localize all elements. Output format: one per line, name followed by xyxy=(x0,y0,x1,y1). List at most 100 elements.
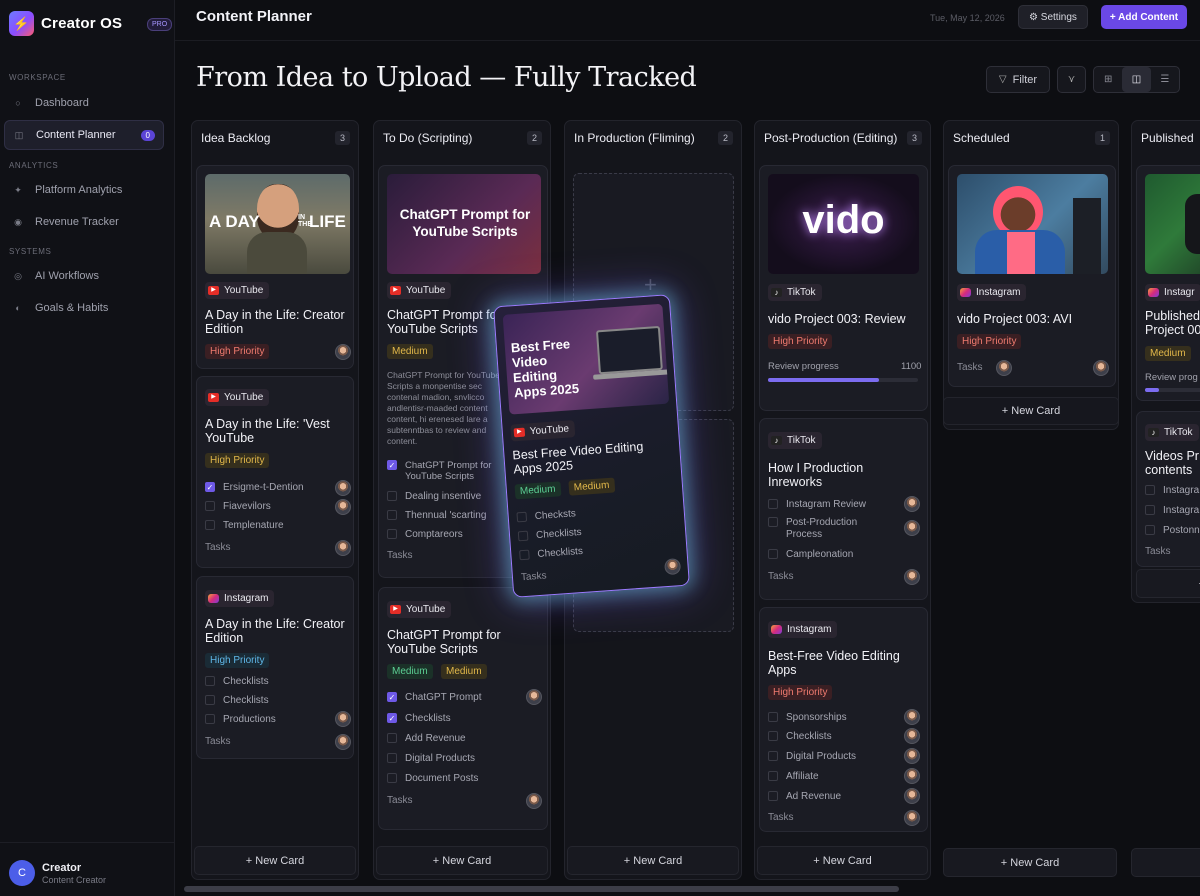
checkbox[interactable] xyxy=(768,499,778,509)
grid-view-icon[interactable]: ⊞ xyxy=(1094,67,1122,92)
checkbox[interactable] xyxy=(387,529,397,539)
content-card[interactable]: ▶ YouTube ChatGPT Prompt for YouTube Scri… xyxy=(378,587,548,830)
checklist-item[interactable]: Fiavevilors xyxy=(205,499,271,513)
checkbox[interactable] xyxy=(387,733,397,743)
content-card[interactable]: ♪ TikTok Videos Pr contents Instagra Inst… xyxy=(1136,411,1200,567)
board-view-icon[interactable]: ◫ xyxy=(1122,67,1151,92)
sidebar-item-revenue-tracker[interactable]: ◉ Revenue Tracker xyxy=(4,207,164,237)
checklist-item[interactable]: Ersigme-t-Dention xyxy=(205,480,304,494)
content-card[interactable]: ♪ TikTok How I Production Inreworks Insta… xyxy=(759,418,928,600)
checkbox[interactable] xyxy=(387,692,397,702)
checklist-item[interactable]: Campleonation xyxy=(768,547,853,561)
checklist-item[interactable]: Checksts xyxy=(516,506,576,524)
checkbox[interactable] xyxy=(516,511,528,523)
new-card-button[interactable]: + New Card xyxy=(376,846,548,875)
checklist-item[interactable]: Checklists xyxy=(519,544,583,562)
checkbox[interactable] xyxy=(768,712,778,722)
checkbox[interactable] xyxy=(768,549,778,559)
checkbox[interactable] xyxy=(517,530,529,542)
checklist-item[interactable]: Add Revenue xyxy=(387,731,466,745)
checkbox[interactable] xyxy=(387,491,397,501)
user-role: Content Creator xyxy=(42,875,107,885)
sidebar-item-ai-workflows[interactable]: ◎ AI Workflows xyxy=(4,261,164,291)
platform-badge-instagram: Instagram xyxy=(957,284,1027,301)
settings-button[interactable]: ⚙ Settings xyxy=(1018,5,1088,29)
checklist-item[interactable]: Checklists xyxy=(205,674,269,688)
checklist-item[interactable]: Document Posts xyxy=(387,771,478,785)
checklist-item[interactable]: Checklists xyxy=(768,729,832,743)
checklist-item[interactable]: ChatGPT Prompt xyxy=(387,690,482,704)
add-content-button[interactable]: + Add Content xyxy=(1101,5,1187,29)
content-card[interactable]: Instagr Published Project 00 Medium Revi… xyxy=(1136,165,1200,401)
checkbox[interactable] xyxy=(1145,485,1155,495)
checklist-item[interactable]: Ad Revenue xyxy=(768,789,841,803)
checklist-item[interactable]: Post-Production Process xyxy=(768,517,888,543)
checkbox[interactable] xyxy=(519,549,530,561)
checkbox[interactable] xyxy=(768,791,778,801)
checkbox[interactable] xyxy=(205,676,215,686)
checklist-item[interactable]: Affiliate xyxy=(768,769,819,783)
checklist-item[interactable]: Thennual 'scarting xyxy=(387,508,486,522)
checklist-item[interactable]: Instagra xyxy=(1145,503,1199,517)
new-card-button[interactable]: + New Card xyxy=(567,846,739,875)
checkbox[interactable] xyxy=(205,482,215,492)
checkbox[interactable] xyxy=(768,731,778,741)
checkbox[interactable] xyxy=(768,771,778,781)
dragged-content-card[interactable]: Best Free Video Editing Apps 2025 ▶ YouTu… xyxy=(493,294,690,598)
checklist-item[interactable]: ChatGPT Prompt for YouTube Scripts xyxy=(387,460,507,484)
content-card[interactable]: Instagram A Day in the Life: Creator Edi… xyxy=(196,576,354,759)
checklist-item[interactable]: Checklists xyxy=(387,711,451,725)
checkbox[interactable] xyxy=(387,460,397,470)
checkbox[interactable] xyxy=(768,751,778,761)
checklist-item[interactable]: Instagram Review xyxy=(768,497,866,511)
sidebar-item-content-planner[interactable]: ◫ Content Planner 0 xyxy=(4,120,164,150)
checklist-item[interactable]: Dealing insentive xyxy=(387,489,481,503)
checkbox[interactable] xyxy=(387,713,397,723)
sidebar-item-goals-habits[interactable]: ◐ Goals & Habits xyxy=(4,293,164,323)
checkbox[interactable] xyxy=(387,753,397,763)
checklist-item[interactable]: Checklists xyxy=(517,525,582,543)
checklist-label: Thennual 'scarting xyxy=(405,509,487,521)
new-card-button[interactable]: + New Card xyxy=(943,848,1117,877)
hero-heading: From Idea to Upload — Fully Tracked xyxy=(196,62,697,93)
checklist-item[interactable]: Instagra xyxy=(1145,483,1199,497)
new-card-button[interactable]: + New Card xyxy=(194,846,356,875)
content-card[interactable]: A DAY IN THE LIFE ▶ YouTube A Day in the … xyxy=(196,165,354,369)
avatar[interactable]: C xyxy=(9,860,35,886)
sidebar-item-dashboard[interactable]: ○ Dashboard xyxy=(4,88,164,118)
sidebar-item-platform-analytics[interactable]: ✦ Platform Analytics xyxy=(4,175,164,205)
checklist-item[interactable]: Checklists xyxy=(205,693,269,707)
sort-button[interactable]: ⋎ xyxy=(1057,66,1086,93)
card-title: A Day in the Life: 'Vest YouTube xyxy=(205,417,330,445)
checkbox[interactable] xyxy=(1145,525,1155,535)
card-title: vido Project 003: AVI xyxy=(957,312,1073,326)
horizontal-scrollbar[interactable] xyxy=(184,886,899,892)
new-card-button[interactable]: + New Card xyxy=(757,846,928,875)
filter-button[interactable]: ▽ Filter xyxy=(986,66,1050,93)
checkbox[interactable] xyxy=(205,501,215,511)
checkbox[interactable] xyxy=(205,695,215,705)
list-view-icon[interactable]: ☰ xyxy=(1151,67,1179,92)
checklist-item[interactable]: Digital Products xyxy=(768,749,856,763)
checkbox[interactable] xyxy=(205,520,215,530)
checklist-item[interactable]: Postonn xyxy=(1145,523,1200,537)
checklist-item[interactable]: Digital Products xyxy=(387,751,475,765)
checkbox[interactable] xyxy=(387,510,397,520)
checkbox[interactable] xyxy=(768,517,778,527)
content-card[interactable]: Instagram Best-Free Video Editing Apps H… xyxy=(759,607,928,832)
checklist-item[interactable]: Templenature xyxy=(205,518,284,532)
new-card-button[interactable] xyxy=(1131,848,1200,877)
new-card-button[interactable]: + New Card xyxy=(943,397,1119,425)
content-card[interactable]: vido ♪ TikTok vido Project 003: Review Hi… xyxy=(759,165,928,411)
content-card[interactable]: Instagram vido Project 003: AVI High Pri… xyxy=(948,165,1116,387)
checkbox[interactable] xyxy=(1145,505,1155,515)
divider xyxy=(175,40,1200,41)
new-card-button[interactable]: + xyxy=(1136,569,1200,598)
checkbox[interactable] xyxy=(205,714,215,724)
checklist-item[interactable]: Sponsorships xyxy=(768,710,847,724)
checkbox[interactable] xyxy=(387,773,397,783)
checklist-item[interactable]: Comptareors xyxy=(387,527,463,541)
youtube-icon: ▶ xyxy=(513,427,526,438)
checklist-item[interactable]: Productions xyxy=(205,712,276,726)
content-card[interactable]: ▶ YouTube A Day in the Life: 'Vest YouTub… xyxy=(196,376,354,568)
